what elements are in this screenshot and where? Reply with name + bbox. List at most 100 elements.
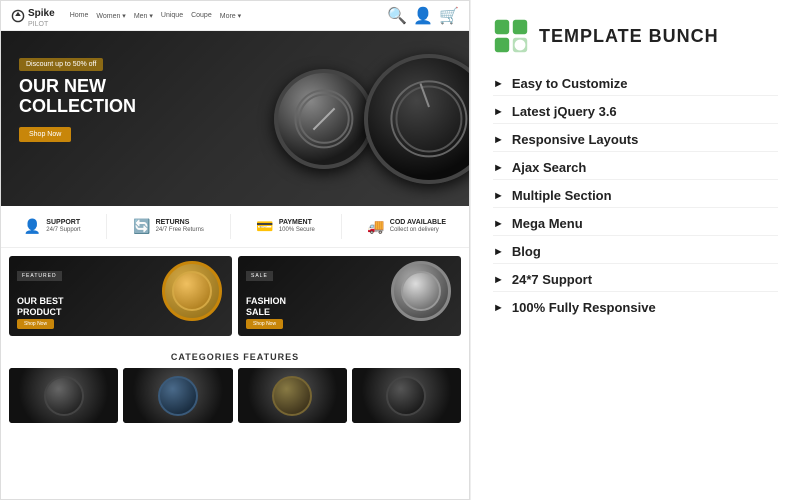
cat-watch-4 <box>386 376 426 416</box>
support-icon: 👤 <box>24 218 41 235</box>
product-row: featured OUR BESTPRODUCT Shop Now sale F… <box>1 248 469 344</box>
divider-2 <box>230 214 231 239</box>
feature-payment-text: PAYMENT100% Secure <box>279 218 315 235</box>
feature-item-3: ► Ajax Search <box>493 156 778 180</box>
feature-item-6: ► Blog <box>493 240 778 264</box>
product-card-fashion-label: sale <box>246 264 273 282</box>
categories-grid <box>9 368 461 423</box>
arrow-icon-2: ► <box>493 134 504 146</box>
feature-label-5: Mega Menu <box>512 216 583 231</box>
brand-logo-area: TEMPLATE BUNCH <box>493 18 778 54</box>
nav-men[interactable]: Men ▾ <box>134 12 153 20</box>
watch-circle-gold <box>162 261 222 321</box>
hero-title-line1: OUR NEW <box>19 76 106 96</box>
logo-sub: PILOT <box>28 21 55 28</box>
feature-item-7: ► 24*7 Support <box>493 268 778 292</box>
cart-icon[interactable]: 🛒 <box>439 6 459 26</box>
watch-circle-silver <box>391 261 451 321</box>
hero-banner: Discount up to 50% off OUR NEW COLLECTIO… <box>1 31 469 206</box>
product-tag-sale: sale <box>246 271 273 281</box>
feature-label-3: Ajax Search <box>512 160 586 175</box>
feature-item-4: ► Multiple Section <box>493 184 778 208</box>
nav-icons: 🔍 👤 🛒 <box>387 6 459 26</box>
cod-icon: 🚚 <box>367 218 384 235</box>
feature-returns: 🔄 RETURNS24/7 Free Returns <box>133 218 204 235</box>
nav-unique[interactable]: Unique <box>161 12 183 19</box>
arrow-icon-1: ► <box>493 106 504 118</box>
right-panel: TEMPLATE BUNCH ► Easy to Customize ► Lat… <box>470 0 800 500</box>
product-card-fashion: sale FASHIONSALE Shop Now <box>238 256 461 336</box>
feature-cod-text: COD AVAILABLECollect on delivery <box>390 218 446 235</box>
feature-support: 👤 SUPPORT24/7 Support <box>24 218 81 235</box>
search-icon[interactable]: 🔍 <box>387 6 407 26</box>
product-shop-btn-fashion[interactable]: Shop Now <box>246 319 283 329</box>
nav-more[interactable]: More ▾ <box>220 12 241 20</box>
product-tag-featured: featured <box>17 271 62 281</box>
categories-section: CATEGORIES FEATURES <box>1 344 469 431</box>
feature-label-2: Responsive Layouts <box>512 132 638 147</box>
hero-title-line2: COLLECTION <box>19 96 136 116</box>
brand-name: TEMPLATE BUNCH <box>539 26 719 47</box>
features-list: ► Easy to Customize ► Latest jQuery 3.6 … <box>493 72 778 319</box>
logo-text: Spike <box>28 8 55 19</box>
nav-women[interactable]: Women ▾ <box>96 12 125 20</box>
feature-label-1: Latest jQuery 3.6 <box>512 104 617 119</box>
cat-watch-2 <box>158 376 198 416</box>
product-shop-btn-best[interactable]: Shop Now <box>17 319 54 329</box>
template-bunch-icon <box>493 18 529 54</box>
category-item-4[interactable] <box>352 368 461 423</box>
hero-watches <box>274 31 469 206</box>
divider-3 <box>341 214 342 239</box>
feature-returns-text: RETURNS24/7 Free Returns <box>156 218 204 235</box>
cat-watch-3 <box>272 376 312 416</box>
arrow-icon-3: ► <box>493 162 504 174</box>
feature-item-2: ► Responsive Layouts <box>493 128 778 152</box>
feature-cod: 🚚 COD AVAILABLECollect on delivery <box>367 218 446 235</box>
product-title-best: OUR BESTPRODUCT <box>17 296 64 318</box>
feature-payment: 💳 PAYMENT100% Secure <box>256 218 314 235</box>
categories-title: CATEGORIES FEATURES <box>9 352 461 362</box>
logo-area: Spike PILOT <box>11 3 55 28</box>
divider-1 <box>106 214 107 239</box>
hero-title: OUR NEW COLLECTION <box>19 77 136 117</box>
navbar: Spike PILOT Home Women ▾ Men ▾ Unique Co… <box>1 1 469 31</box>
arrow-icon-4: ► <box>493 190 504 202</box>
feature-item-8: ► 100% Fully Responsive <box>493 296 778 319</box>
category-item-1[interactable] <box>9 368 118 423</box>
feature-item-5: ► Mega Menu <box>493 212 778 236</box>
hero-watch-medium <box>274 69 374 169</box>
left-panel: Spike PILOT Home Women ▾ Men ▾ Unique Co… <box>0 0 470 500</box>
discount-badge: Discount up to 50% off <box>19 58 103 71</box>
cat-watch-1 <box>44 376 84 416</box>
feature-label-8: 100% Fully Responsive <box>512 300 656 315</box>
account-icon[interactable]: 👤 <box>413 6 433 26</box>
feature-item-1: ► Latest jQuery 3.6 <box>493 100 778 124</box>
product-watch-silver <box>386 261 456 331</box>
nav-home[interactable]: Home <box>70 12 89 19</box>
arrow-icon-6: ► <box>493 246 504 258</box>
product-watch-gold <box>157 261 227 331</box>
product-title-fashion: FASHIONSALE <box>246 296 286 318</box>
payment-icon: 💳 <box>256 218 273 235</box>
category-item-3[interactable] <box>238 368 347 423</box>
feature-label-0: Easy to Customize <box>512 76 628 91</box>
nav-links: Home Women ▾ Men ▾ Unique Coupe More ▾ <box>70 12 241 20</box>
hero-watch-large <box>364 54 469 184</box>
arrow-icon-5: ► <box>493 218 504 230</box>
feature-support-text: SUPPORT24/7 Support <box>46 218 80 235</box>
nav-coupe[interactable]: Coupe <box>191 12 212 19</box>
spike-logo-icon <box>11 9 25 23</box>
arrow-icon-8: ► <box>493 302 504 314</box>
returns-icon: 🔄 <box>133 218 150 235</box>
feature-label-4: Multiple Section <box>512 188 612 203</box>
hero-content: Discount up to 50% off OUR NEW COLLECTIO… <box>19 53 136 142</box>
hero-shop-button[interactable]: Shop Now <box>19 127 71 142</box>
category-item-2[interactable] <box>123 368 232 423</box>
feature-label-6: Blog <box>512 244 541 259</box>
product-card-best: featured OUR BESTPRODUCT Shop Now <box>9 256 232 336</box>
product-card-best-label: featured <box>17 264 62 282</box>
arrow-icon-7: ► <box>493 274 504 286</box>
arrow-icon-0: ► <box>493 78 504 90</box>
feature-label-7: 24*7 Support <box>512 272 592 287</box>
feature-item-0: ► Easy to Customize <box>493 72 778 96</box>
